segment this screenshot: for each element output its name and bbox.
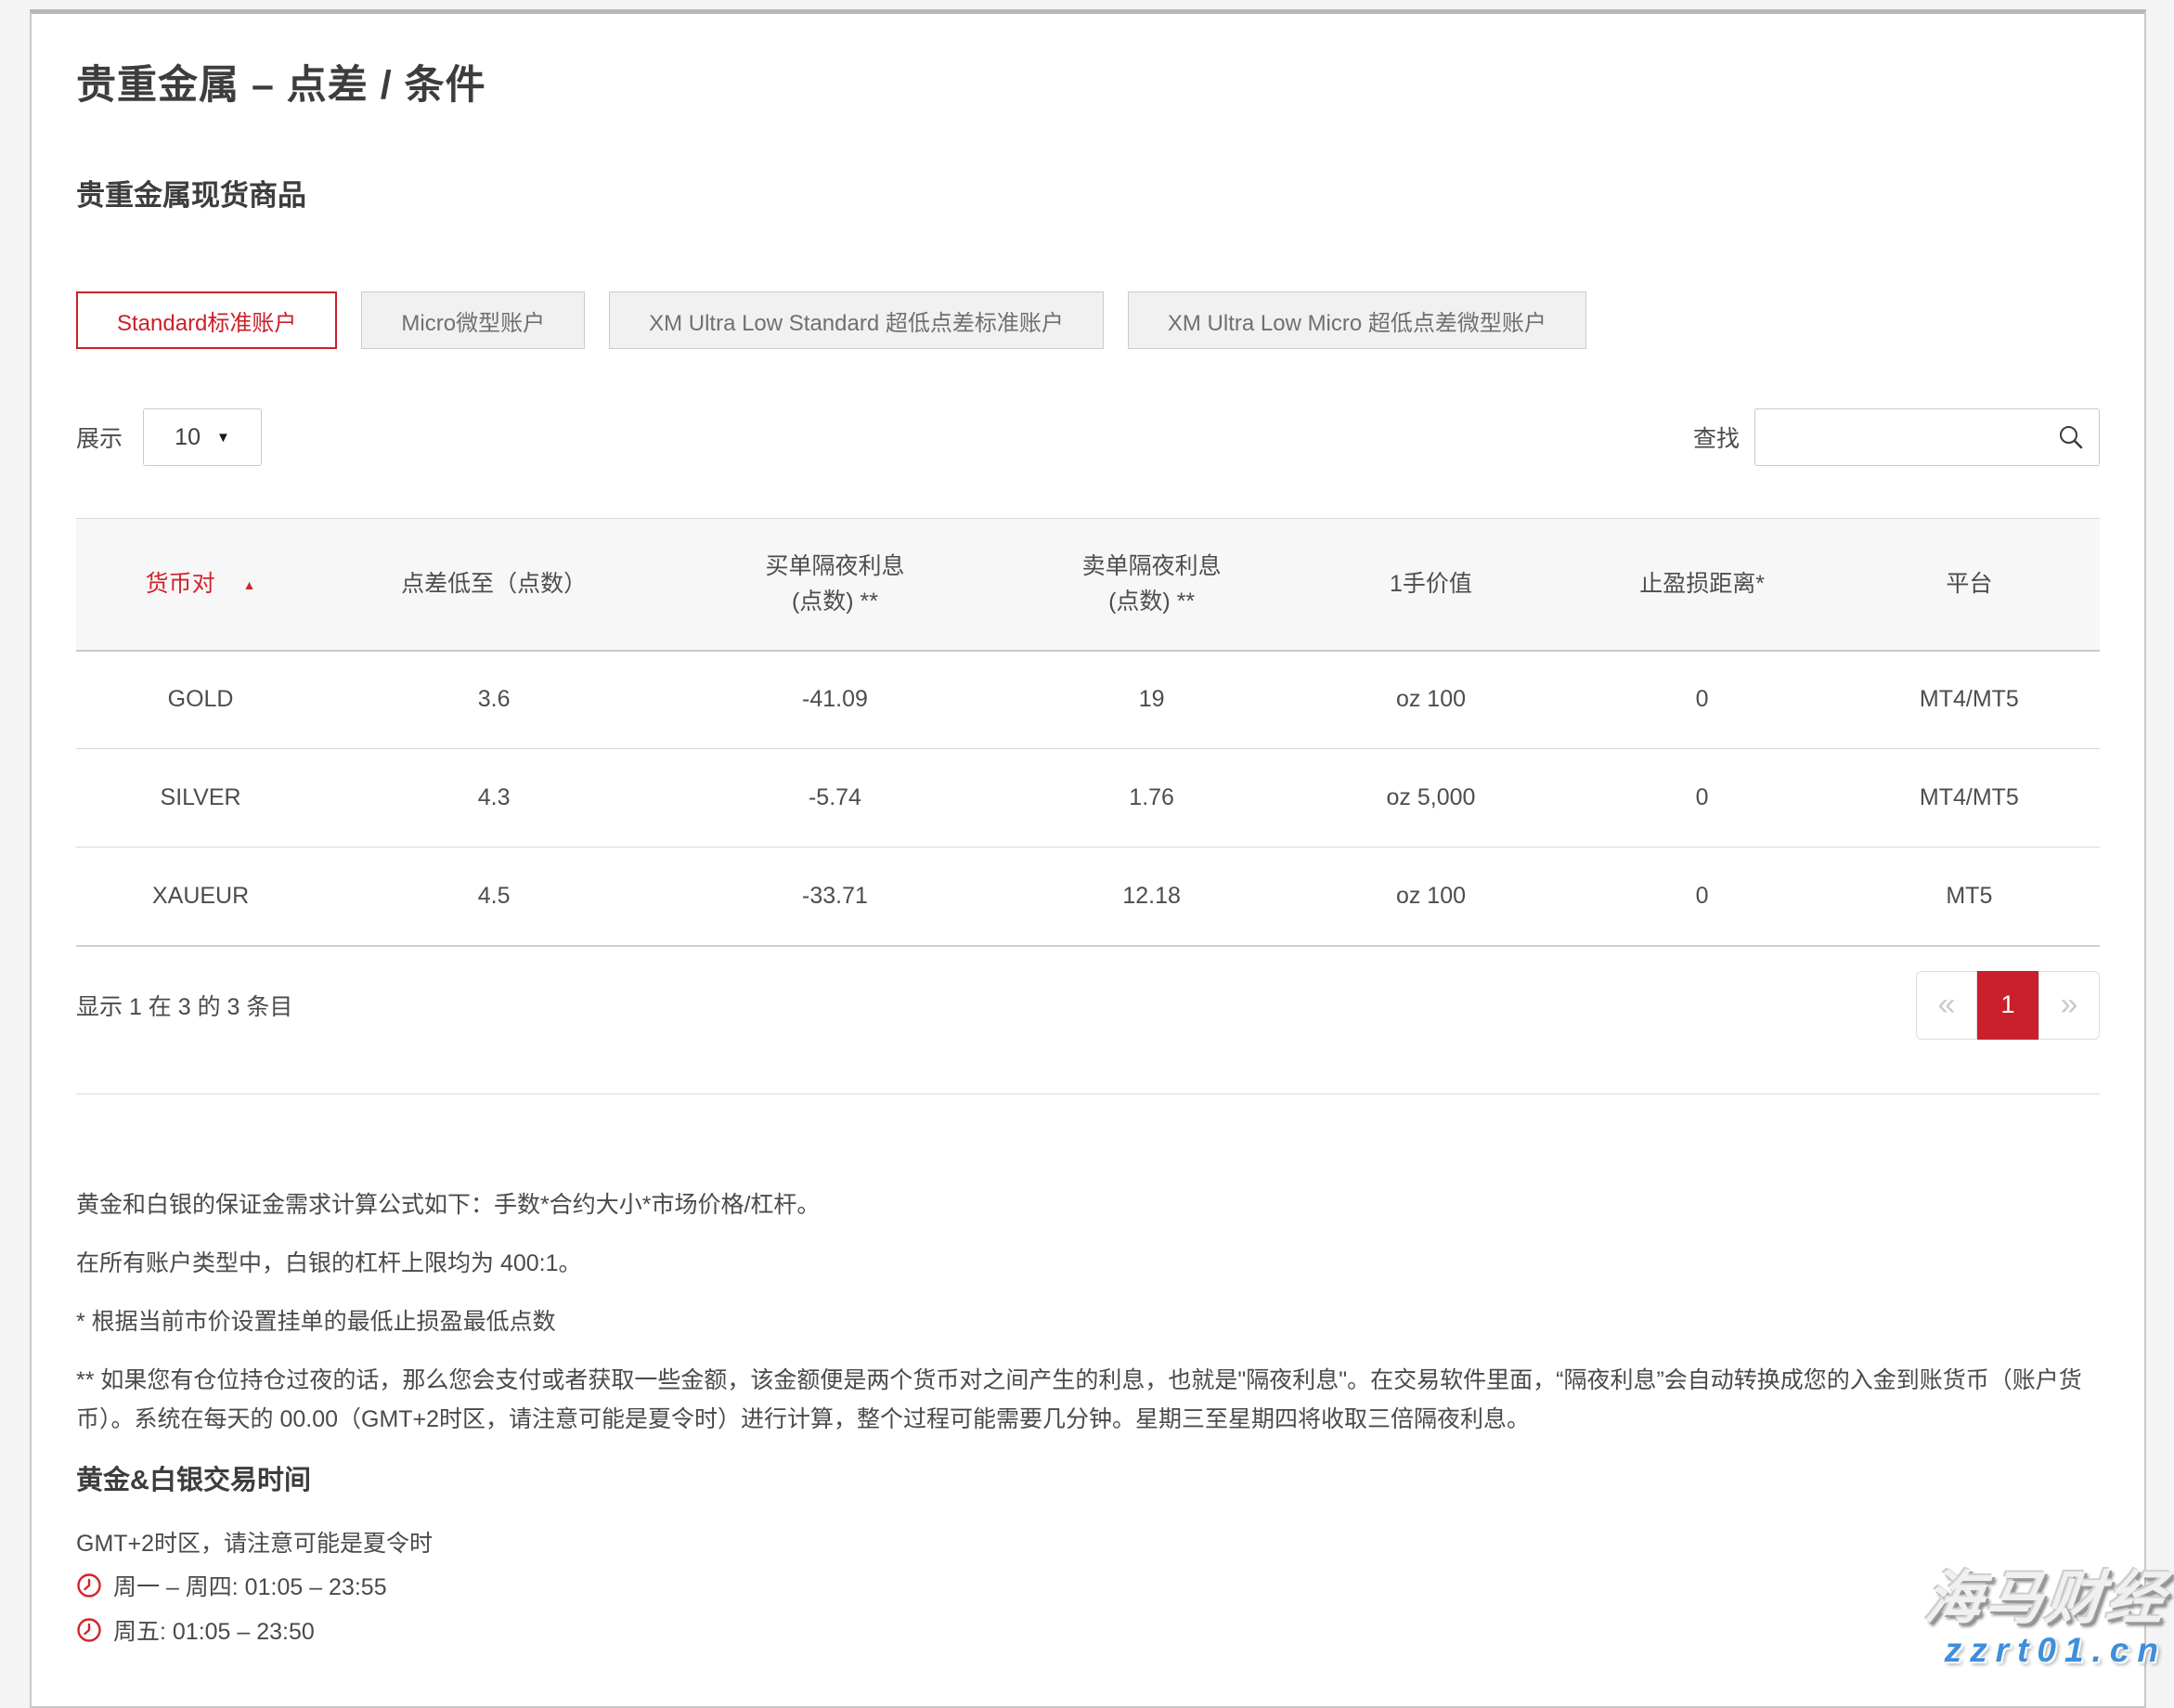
sort-asc-icon: ▲ <box>243 577 256 592</box>
column-header-swap-long[interactable]: 买单隔夜利息(点数) ** <box>663 519 1007 651</box>
cell-pair: XAUEUR <box>76 848 325 946</box>
section-subtitle: 贵重金属现货商品 <box>76 172 2100 214</box>
tab-standard-account[interactable]: Standard标准账户 <box>76 291 337 349</box>
spreads-table: 货币对 ▲ 点差低至（点数） 买单隔夜利息(点数) ** 卖单隔夜利息(点数) *… <box>76 518 2100 947</box>
pagination: « 1 » <box>1916 971 2100 1040</box>
clock-icon <box>76 1572 102 1598</box>
column-header-pair[interactable]: 货币对 ▲ <box>76 519 325 651</box>
section-divider <box>76 1093 2100 1094</box>
cell-swap-short: 1.76 <box>1007 749 1297 848</box>
note-silver-leverage: 在所有账户类型中，白银的杠杆上限均为 400:1。 <box>76 1244 2100 1283</box>
cell-platform: MT4/MT5 <box>1839 749 2100 848</box>
account-type-tabs: Standard标准账户 Micro微型账户 XM Ultra Low Stan… <box>76 291 2100 349</box>
cell-platform: MT5 <box>1839 848 2100 946</box>
content-panel: 贵重金属 – 点差 / 条件 贵重金属现货商品 Standard标准账户 Mic… <box>30 9 2146 1708</box>
cell-swap-long: -41.09 <box>663 651 1007 749</box>
cell-swap-short: 12.18 <box>1007 848 1297 946</box>
table-header-row: 货币对 ▲ 点差低至（点数） 买单隔夜利息(点数) ** 卖单隔夜利息(点数) *… <box>76 519 2100 651</box>
chevron-down-icon: ▼ <box>216 431 230 445</box>
cell-stop-distance: 0 <box>1565 651 1838 749</box>
watermark: 海马财经 zzrt01.cn <box>1925 1568 2167 1669</box>
tab-ultra-low-micro-account[interactable]: XM Ultra Low Micro 超低点差微型账户 <box>1128 291 1586 349</box>
note-stop-level: * 根据当前市价设置挂单的最低止损盈最低点数 <box>76 1302 2100 1341</box>
clock-icon <box>76 1617 102 1643</box>
pagination-prev-button[interactable]: « <box>1916 971 1977 1040</box>
cell-swap-long: -33.71 <box>663 848 1007 946</box>
trading-hours-weekdays: 周一 – 周四: 01:05 – 23:55 <box>76 1568 2100 1603</box>
table-row: SILVER 4.3 -5.74 1.76 oz 5,000 0 MT4/MT5 <box>76 749 2100 848</box>
trading-hours-friday: 周五: 01:05 – 23:50 <box>76 1612 2100 1648</box>
cell-swap-short: 19 <box>1007 651 1297 749</box>
column-header-spread[interactable]: 点差低至（点数） <box>325 519 663 651</box>
entries-summary: 显示 1 在 3 的 3 条目 <box>76 989 292 1022</box>
column-header-swap-short[interactable]: 卖单隔夜利息(点数) ** <box>1007 519 1297 651</box>
tab-micro-account[interactable]: Micro微型账户 <box>361 291 585 349</box>
watermark-brand: 海马财经 <box>1922 1568 2169 1631</box>
page-size-select[interactable]: 10 ▼ <box>143 408 262 466</box>
cell-stop-distance: 0 <box>1565 848 1838 946</box>
trading-hours-friday-label: 周五: 01:05 – 23:50 <box>113 1613 315 1647</box>
cell-spread: 4.3 <box>325 749 663 848</box>
column-header-platform[interactable]: 平台 <box>1839 519 2100 651</box>
cell-spread: 4.5 <box>325 848 663 946</box>
cell-lot-value: oz 5,000 <box>1297 749 1566 848</box>
table-row: XAUEUR 4.5 -33.71 12.18 oz 100 0 MT5 <box>76 848 2100 946</box>
search-input[interactable] <box>1755 409 2099 465</box>
trading-hours-weekdays-label: 周一 – 周四: 01:05 – 23:55 <box>113 1569 387 1602</box>
search-box <box>1754 408 2100 466</box>
timezone-note: GMT+2时区，请注意可能是夏令时 <box>76 1525 2100 1559</box>
search-icon <box>2056 422 2086 452</box>
table-controls: 展示 10 ▼ 查找 <box>76 408 2100 466</box>
cell-swap-long: -5.74 <box>663 749 1007 848</box>
footnotes: 黄金和白银的保证金需求计算公式如下：手数*合约大小*市场价格/杠杆。 在所有账户… <box>76 1185 2100 1439</box>
column-header-stop-distance[interactable]: 止盈损距离* <box>1565 519 1838 651</box>
column-header-lot-value[interactable]: 1手价值 <box>1297 519 1566 651</box>
trading-hours-heading: 黄金&白银交易时间 <box>76 1458 2100 1497</box>
cell-lot-value: oz 100 <box>1297 848 1566 946</box>
note-swap-explanation: ** 如果您有仓位持仓过夜的话，那么您会支付或者获取一些金额，该金额便是两个货币… <box>76 1361 2100 1439</box>
table-row: GOLD 3.6 -41.09 19 oz 100 0 MT4/MT5 <box>76 651 2100 749</box>
watermark-site: zzrt01.cn <box>1925 1633 2167 1669</box>
cell-pair: GOLD <box>76 651 325 749</box>
show-label: 展示 <box>76 421 123 454</box>
pagination-page-1-button[interactable]: 1 <box>1977 971 2038 1040</box>
cell-platform: MT4/MT5 <box>1839 651 2100 749</box>
search-label: 查找 <box>1693 421 1740 454</box>
column-header-pair-label: 货币对 <box>146 571 215 597</box>
cell-stop-distance: 0 <box>1565 749 1838 848</box>
note-margin-formula: 黄金和白银的保证金需求计算公式如下：手数*合约大小*市场价格/杠杆。 <box>76 1185 2100 1224</box>
cell-pair: SILVER <box>76 749 325 848</box>
page-size-control: 展示 10 ▼ <box>76 408 262 466</box>
search-control: 查找 <box>1693 408 2100 466</box>
cell-spread: 3.6 <box>325 651 663 749</box>
tab-ultra-low-standard-account[interactable]: XM Ultra Low Standard 超低点差标准账户 <box>609 291 1104 349</box>
page-size-value: 10 <box>175 424 201 451</box>
cell-lot-value: oz 100 <box>1297 651 1566 749</box>
pagination-next-button[interactable]: » <box>2038 971 2100 1040</box>
table-footer: 显示 1 在 3 的 3 条目 « 1 » <box>76 971 2100 1040</box>
page-title: 贵重金属 – 点差 / 条件 <box>76 53 2100 110</box>
